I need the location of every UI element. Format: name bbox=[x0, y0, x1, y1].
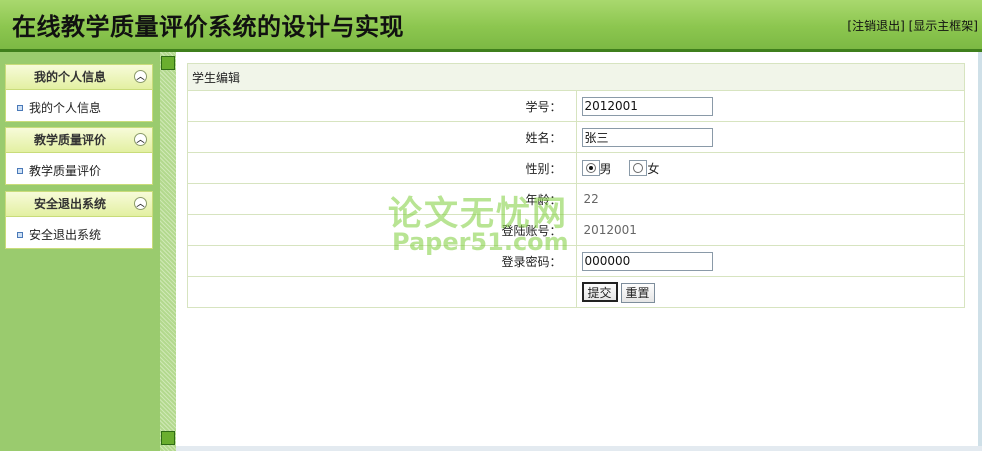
gender-female-label: 女 bbox=[647, 161, 660, 176]
menu-head-logout[interactable]: 安全退出系统 ︿ bbox=[5, 191, 153, 216]
collapse-icon[interactable]: ︿ bbox=[134, 70, 147, 83]
header-links: [注销退出] [显示主框架] bbox=[847, 17, 978, 34]
password-input[interactable] bbox=[581, 251, 713, 271]
radio-unchecked-icon bbox=[633, 163, 644, 173]
form-row-password: 登录密码： bbox=[187, 245, 965, 277]
gender-male-option[interactable]: 男 bbox=[581, 160, 626, 177]
password-label: 登录密码： bbox=[187, 245, 577, 277]
menu-group-teaching-evaluation: 教学质量评价 ︿ 教学质量评价 bbox=[5, 127, 153, 185]
frame-splitter[interactable] bbox=[160, 52, 176, 451]
gender-label: 性别： bbox=[187, 152, 577, 184]
main-content: 学生编辑 学号： 姓名： 性别： 男 女 年龄： 22 登陆 bbox=[176, 52, 982, 451]
sidebar-item-label: 我的个人信息 bbox=[29, 101, 102, 115]
name-input[interactable] bbox=[581, 127, 713, 147]
splitter-toggle-bottom[interactable] bbox=[161, 431, 175, 445]
gender-male-radio[interactable] bbox=[581, 160, 600, 176]
gender-female-radio[interactable] bbox=[629, 160, 648, 176]
reset-button[interactable]: 重置 bbox=[620, 282, 655, 303]
gender-male-label: 男 bbox=[599, 161, 612, 176]
collapse-icon[interactable]: ︿ bbox=[134, 197, 147, 210]
age-value: 22 bbox=[583, 192, 599, 206]
menu-head-label: 我的个人信息 bbox=[33, 70, 106, 84]
bullet-icon bbox=[17, 104, 23, 111]
name-label: 姓名： bbox=[187, 121, 577, 153]
form-row-age: 年龄： 22 bbox=[187, 183, 965, 215]
radio-checked-icon bbox=[585, 163, 596, 173]
sidebar-item-personal-info[interactable]: 我的个人信息 bbox=[17, 99, 101, 116]
form-row-name: 姓名： bbox=[187, 121, 965, 153]
account-value: 2012001 bbox=[583, 223, 637, 237]
submit-button[interactable]: 提交 bbox=[581, 281, 618, 302]
account-label: 登陆账号： bbox=[187, 214, 577, 246]
sidebar-item-teaching-evaluation[interactable]: 教学质量评价 bbox=[17, 162, 101, 179]
app-title: 在线教学质量评价系统的设计与实现 bbox=[12, 12, 404, 41]
bullet-icon bbox=[17, 167, 23, 174]
form-row-actions: 提交 重置 bbox=[187, 276, 965, 308]
menu-body: 教学质量评价 bbox=[5, 152, 153, 185]
age-label: 年龄： bbox=[187, 183, 577, 215]
menu-group-logout: 安全退出系统 ︿ 安全退出系统 bbox=[5, 191, 153, 249]
student-edit-form: 学生编辑 学号： 姓名： 性别： 男 女 年龄： 22 登陆 bbox=[187, 63, 965, 308]
sidebar-item-logout[interactable]: 安全退出系统 bbox=[17, 226, 101, 243]
menu-group-personal-info: 我的个人信息 ︿ 我的个人信息 bbox=[5, 64, 153, 122]
frame-bottom-edge bbox=[176, 446, 982, 451]
sidebar-item-label: 教学质量评价 bbox=[29, 164, 102, 178]
student-id-input[interactable] bbox=[581, 96, 713, 116]
gender-female-option[interactable]: 女 bbox=[629, 160, 673, 177]
sidebar: 我的个人信息 ︿ 我的个人信息 教学质量评价 ︿ 教学质量评价 安全退出系统 ︿… bbox=[0, 52, 160, 451]
menu-head-label: 安全退出系统 bbox=[33, 197, 106, 211]
student-id-label: 学号： bbox=[187, 90, 577, 122]
app-header: 在线教学质量评价系统的设计与实现 [注销退出] [显示主框架] bbox=[0, 0, 982, 52]
splitter-toggle-top[interactable] bbox=[161, 56, 175, 70]
bullet-icon bbox=[17, 231, 23, 238]
menu-head-personal-info[interactable]: 我的个人信息 ︿ bbox=[5, 64, 153, 89]
menu-body: 安全退出系统 bbox=[5, 216, 153, 249]
menu-head-label: 教学质量评价 bbox=[33, 133, 106, 147]
actions-spacer bbox=[187, 276, 577, 308]
menu-head-teaching-evaluation[interactable]: 教学质量评价 ︿ bbox=[5, 127, 153, 152]
form-row-student-id: 学号： bbox=[187, 90, 965, 122]
collapse-icon[interactable]: ︿ bbox=[134, 133, 147, 146]
form-row-gender: 性别： 男 女 bbox=[187, 152, 965, 184]
form-row-account: 登陆账号： 2012001 bbox=[187, 214, 965, 246]
logout-link[interactable]: [注销退出] bbox=[847, 19, 904, 33]
frame-right-edge bbox=[978, 52, 982, 451]
show-frame-link[interactable]: [显示主框架] bbox=[909, 19, 978, 33]
sidebar-item-label: 安全退出系统 bbox=[29, 228, 102, 242]
menu-body: 我的个人信息 bbox=[5, 89, 153, 122]
form-caption: 学生编辑 bbox=[187, 63, 965, 91]
